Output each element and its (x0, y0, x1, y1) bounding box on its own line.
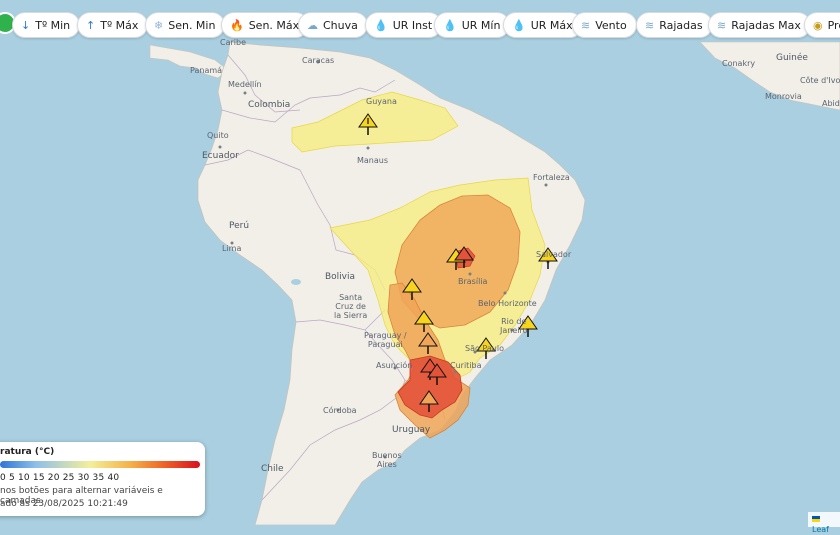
droplet-icon: 💧 (443, 18, 457, 32)
button-pressao[interactable]: ◉ Pre (804, 12, 840, 38)
droplet-icon: 💧 (512, 18, 526, 32)
button-label: Vento (595, 18, 627, 32)
button-label: Tº Min (35, 18, 71, 32)
button-rajadas-max[interactable]: ≋ Rajadas Max (708, 12, 811, 38)
label-sao-paulo: São Paulo (465, 344, 504, 353)
legend-gradient-bar (0, 461, 200, 468)
label-guyana: Guyana (366, 97, 397, 106)
button-label: Sen. Min (168, 18, 216, 32)
button-label: UR Inst (392, 18, 433, 32)
label-lima: Lima (222, 244, 242, 253)
label-colombia: Colombia (248, 100, 291, 110)
button-temp-max[interactable]: ↑ Tº Máx (77, 12, 149, 38)
button-ur-max[interactable]: 💧 UR Máx (503, 12, 583, 38)
label-panama: Panamá (190, 66, 223, 75)
button-label: Rajadas (659, 18, 703, 32)
label-quito: Quito (207, 131, 229, 140)
button-ur-min[interactable]: 💧 UR Mín (434, 12, 511, 38)
button-vento[interactable]: ≋ Vento (572, 12, 637, 38)
droplet-icon: 💧 (374, 18, 388, 32)
label-peru: Perú (229, 221, 250, 231)
ukraine-flag-icon (812, 515, 820, 522)
button-chuva[interactable]: ☁ Chuva (298, 12, 368, 38)
label-medellin: Medellín (228, 80, 262, 89)
wind-icon: ≋ (581, 18, 591, 32)
label-ecuador: Ecuador (202, 151, 239, 161)
button-sens-max[interactable]: 🔥 Sen. Máx (221, 12, 310, 38)
wind-icon: ≋ (717, 18, 727, 32)
label-brasilia: Brasília (458, 277, 488, 286)
label-fortaleza: Fortaleza (533, 173, 570, 182)
button-temp-min[interactable]: ↓ Tº Min (12, 12, 81, 38)
label-bolivia: Bolivia (325, 272, 356, 282)
button-label: Sen. Máx (248, 18, 300, 32)
snowflake-icon: ❄ (154, 18, 164, 32)
label-santa-cruz: Santa Cruz de la Sierra (334, 293, 368, 320)
label-uruguay: Uruguay (392, 425, 431, 435)
label-curitiba: Curitiba (450, 361, 482, 370)
label-chile: Chile (261, 464, 284, 474)
label-guinee: Guinée (776, 53, 808, 63)
label-caracas: Caracas (302, 56, 335, 65)
button-rajadas[interactable]: ≋ Rajadas (636, 12, 713, 38)
button-label: Chuva (323, 18, 358, 32)
fire-icon: 🔥 (230, 18, 244, 32)
rain-cloud-icon: ☁ (307, 18, 318, 32)
label-conakry: Conakry (722, 59, 756, 68)
button-sens-min[interactable]: ❄ Sen. Min (145, 12, 226, 38)
button-label: UR Mín (461, 18, 501, 32)
arrow-down-icon: ↓ (21, 18, 31, 32)
button-label: Tº Máx (100, 18, 139, 32)
label-manaus: Manaus (357, 156, 389, 165)
wind-icon: ≋ (645, 18, 655, 32)
attribution-link[interactable]: Leaf (812, 525, 829, 534)
legend-ticks: 0 5 10 15 20 25 30 35 40 (0, 473, 120, 483)
label-cote: Côte d'Ivo (800, 76, 840, 85)
label-abidjan: Abid (822, 99, 840, 108)
lake-titicaca (291, 279, 301, 285)
button-label: Rajadas Max (731, 18, 801, 32)
label-asuncion: Asunción (376, 361, 413, 370)
variable-toolbar: ↓ Tº Min ↑ Tº Máx ❄ Sen. Min 🔥 Sen. Máx ☁ Chu… (0, 8, 840, 42)
label-cordoba: Córdoba (323, 406, 357, 415)
button-ur-inst[interactable]: 💧 UR Inst (365, 12, 443, 38)
label-paraguay: Paraguay / Paraguai (364, 331, 407, 349)
button-label: Pre (827, 18, 840, 32)
label-monrovia: Monrovia (765, 92, 802, 101)
label-buenos-aires: Buenos Aires (372, 451, 402, 469)
gauge-icon: ◉ (813, 18, 823, 32)
arrow-up-icon: ↑ (86, 18, 96, 32)
temperature-legend: ratura (°C) 0 5 10 15 20 25 30 35 40 nos… (0, 442, 205, 516)
button-label: UR Máx (530, 18, 573, 32)
label-rio: Rio de Janeiro (500, 317, 528, 335)
legend-updated-timestamp: ado às 23/08/2025 10:21:49 (0, 499, 128, 509)
legend-title: ratura (°C) (0, 447, 55, 457)
label-belo-horizonte: Belo Horizonte (478, 299, 537, 308)
label-salvador: Salvador (536, 250, 572, 259)
